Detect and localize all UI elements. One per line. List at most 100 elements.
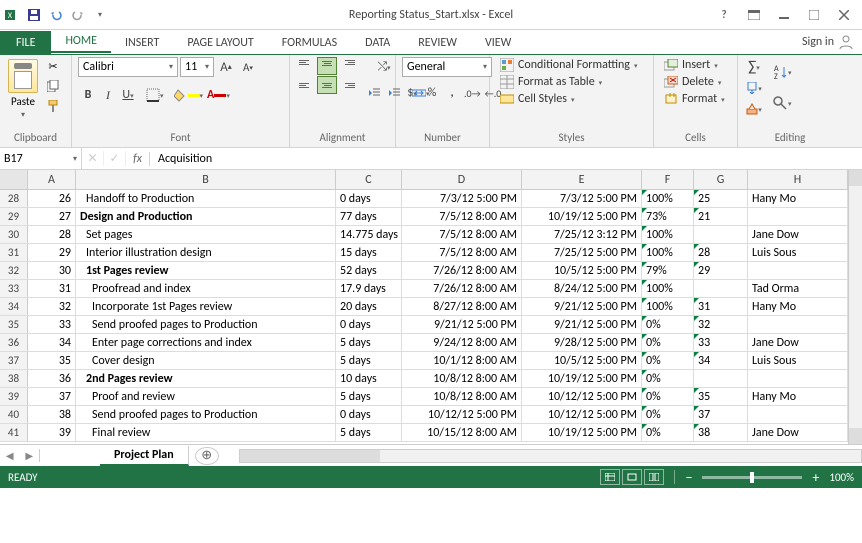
insert-cells-button[interactable]: Insert▾	[660, 57, 722, 73]
cell[interactable]: 32	[28, 298, 76, 315]
undo-icon[interactable]	[48, 7, 64, 23]
cell[interactable]: 10/8/12 8:00 AM	[402, 388, 522, 405]
cell[interactable]: 34	[694, 352, 748, 369]
cell[interactable]: 77 days	[336, 208, 402, 225]
cell[interactable]: 10/12/12 5:00 PM	[522, 388, 642, 405]
cell[interactable]: Proof and review	[76, 388, 336, 405]
cell[interactable]	[748, 262, 848, 279]
tab-review[interactable]: REVIEW	[404, 31, 471, 54]
cell[interactable]: 10/19/12 5:00 PM	[522, 424, 642, 441]
normal-view-button[interactable]	[600, 469, 620, 485]
cell[interactable]: 15 days	[336, 244, 402, 261]
cell[interactable]: Enter page corrections and index	[76, 334, 336, 351]
cell[interactable]: 33	[28, 316, 76, 333]
row-header[interactable]: 38	[0, 370, 28, 387]
sheet-nav-arrows[interactable]: ◀▶	[0, 449, 40, 462]
cell[interactable]: Jane Dow	[748, 226, 848, 243]
cell[interactable]: 35	[28, 352, 76, 369]
align-top-center[interactable]	[317, 57, 337, 75]
column-header-F[interactable]: F	[642, 170, 694, 189]
cell[interactable]: 10 days	[336, 370, 402, 387]
autosum-button[interactable]: ∑▾	[744, 57, 764, 77]
cell[interactable]: Incorporate 1st Pages review	[76, 298, 336, 315]
close-button[interactable]	[830, 5, 858, 25]
comma-style-button[interactable]: ,	[442, 83, 462, 103]
cell[interactable]: 32	[694, 316, 748, 333]
enter-formula-button[interactable]: ✓	[104, 151, 126, 166]
cell[interactable]: 1st Pages review	[76, 262, 336, 279]
cell[interactable]: 10/12/12 5:00 PM	[522, 406, 642, 423]
maximize-button[interactable]	[800, 5, 828, 25]
row-header[interactable]: 35	[0, 316, 28, 333]
help-icon[interactable]: ?	[710, 5, 738, 25]
paste-button[interactable]: Paste ▾	[6, 57, 40, 122]
cell[interactable]: 10/8/12 8:00 AM	[402, 370, 522, 387]
cell[interactable]	[748, 370, 848, 387]
cell[interactable]: 29	[28, 244, 76, 261]
cell[interactable]: 7/25/12 3:12 PM	[522, 226, 642, 243]
accounting-format-button[interactable]: $▾	[402, 83, 422, 103]
cell[interactable]: 37	[28, 388, 76, 405]
cell[interactable]: 9/21/12 5:00 PM	[402, 316, 522, 333]
column-header-E[interactable]: E	[522, 170, 642, 189]
cell[interactable]: 0%	[642, 406, 694, 423]
cell[interactable]: 0 days	[336, 190, 402, 207]
row-header[interactable]: 32	[0, 262, 28, 279]
cell[interactable]: 0%	[642, 370, 694, 387]
align-top-right[interactable]	[338, 57, 358, 75]
cell[interactable]	[694, 226, 748, 243]
cell[interactable]: 73%	[642, 208, 694, 225]
cell[interactable]: 31	[694, 298, 748, 315]
tab-page-layout[interactable]: PAGE LAYOUT	[173, 31, 267, 54]
cell[interactable]: Hany Mo	[748, 190, 848, 207]
cell[interactable]: 38	[28, 406, 76, 423]
cell[interactable]: 10/12/12 5:00 PM	[402, 406, 522, 423]
cell[interactable]: Interior illustration design	[76, 244, 336, 261]
cell[interactable]: 20 days	[336, 298, 402, 315]
cell[interactable]: 31	[28, 280, 76, 297]
cell[interactable]: Cover design	[76, 352, 336, 369]
cell[interactable]: 0 days	[336, 406, 402, 423]
fill-color-button[interactable]: ▾	[172, 85, 206, 105]
cell[interactable]: 100%	[642, 280, 694, 297]
cell[interactable]: 5 days	[336, 334, 402, 351]
tab-view[interactable]: VIEW	[471, 31, 525, 54]
cell[interactable]: 10/5/12 5:00 PM	[522, 352, 642, 369]
formula-input[interactable]: Acquisition	[150, 152, 862, 166]
column-header-B[interactable]: B	[76, 170, 336, 189]
cell[interactable]: 0%	[642, 424, 694, 441]
cell[interactable]: 14.775 days	[336, 226, 402, 243]
minimize-button[interactable]	[770, 5, 798, 25]
row-header[interactable]: 30	[0, 226, 28, 243]
cell[interactable]: 0%	[642, 352, 694, 369]
cell[interactable]: 8/27/12 8:00 AM	[402, 298, 522, 315]
cell[interactable]	[748, 316, 848, 333]
conditional-formatting-button[interactable]: Conditional Formatting▾	[496, 57, 641, 73]
row-header[interactable]: 39	[0, 388, 28, 405]
cell[interactable]: Hany Mo	[748, 388, 848, 405]
bold-button[interactable]: B	[78, 85, 98, 105]
cell[interactable]: 0%	[642, 388, 694, 405]
italic-button[interactable]: I	[98, 85, 118, 105]
sheet-tab-project-plan[interactable]: Project Plan	[100, 446, 189, 466]
cell[interactable]: 7/3/12 5:00 PM	[522, 190, 642, 207]
cell[interactable]: Design and Production	[76, 208, 336, 225]
delete-cells-button[interactable]: Delete▾	[660, 74, 725, 90]
select-all-button[interactable]	[0, 170, 28, 189]
row-header[interactable]: 29	[0, 208, 28, 225]
cell[interactable]: Jane Dow	[748, 424, 848, 441]
sign-in-link[interactable]: Sign in	[794, 30, 862, 54]
cell[interactable]: 0%	[642, 334, 694, 351]
column-header-A[interactable]: A	[28, 170, 76, 189]
page-break-view-button[interactable]	[644, 469, 664, 485]
cell[interactable]: Jane Dow	[748, 334, 848, 351]
cell[interactable]: 52 days	[336, 262, 402, 279]
row-header[interactable]: 34	[0, 298, 28, 315]
decrease-indent-button[interactable]	[364, 83, 384, 103]
cell[interactable]: 7/25/12 5:00 PM	[522, 244, 642, 261]
cell[interactable]: 34	[28, 334, 76, 351]
cell[interactable]: 100%	[642, 244, 694, 261]
cut-icon[interactable]: ✂	[44, 57, 62, 75]
column-header-G[interactable]: G	[694, 170, 748, 189]
cell[interactable]: 10/19/12 5:00 PM	[522, 370, 642, 387]
